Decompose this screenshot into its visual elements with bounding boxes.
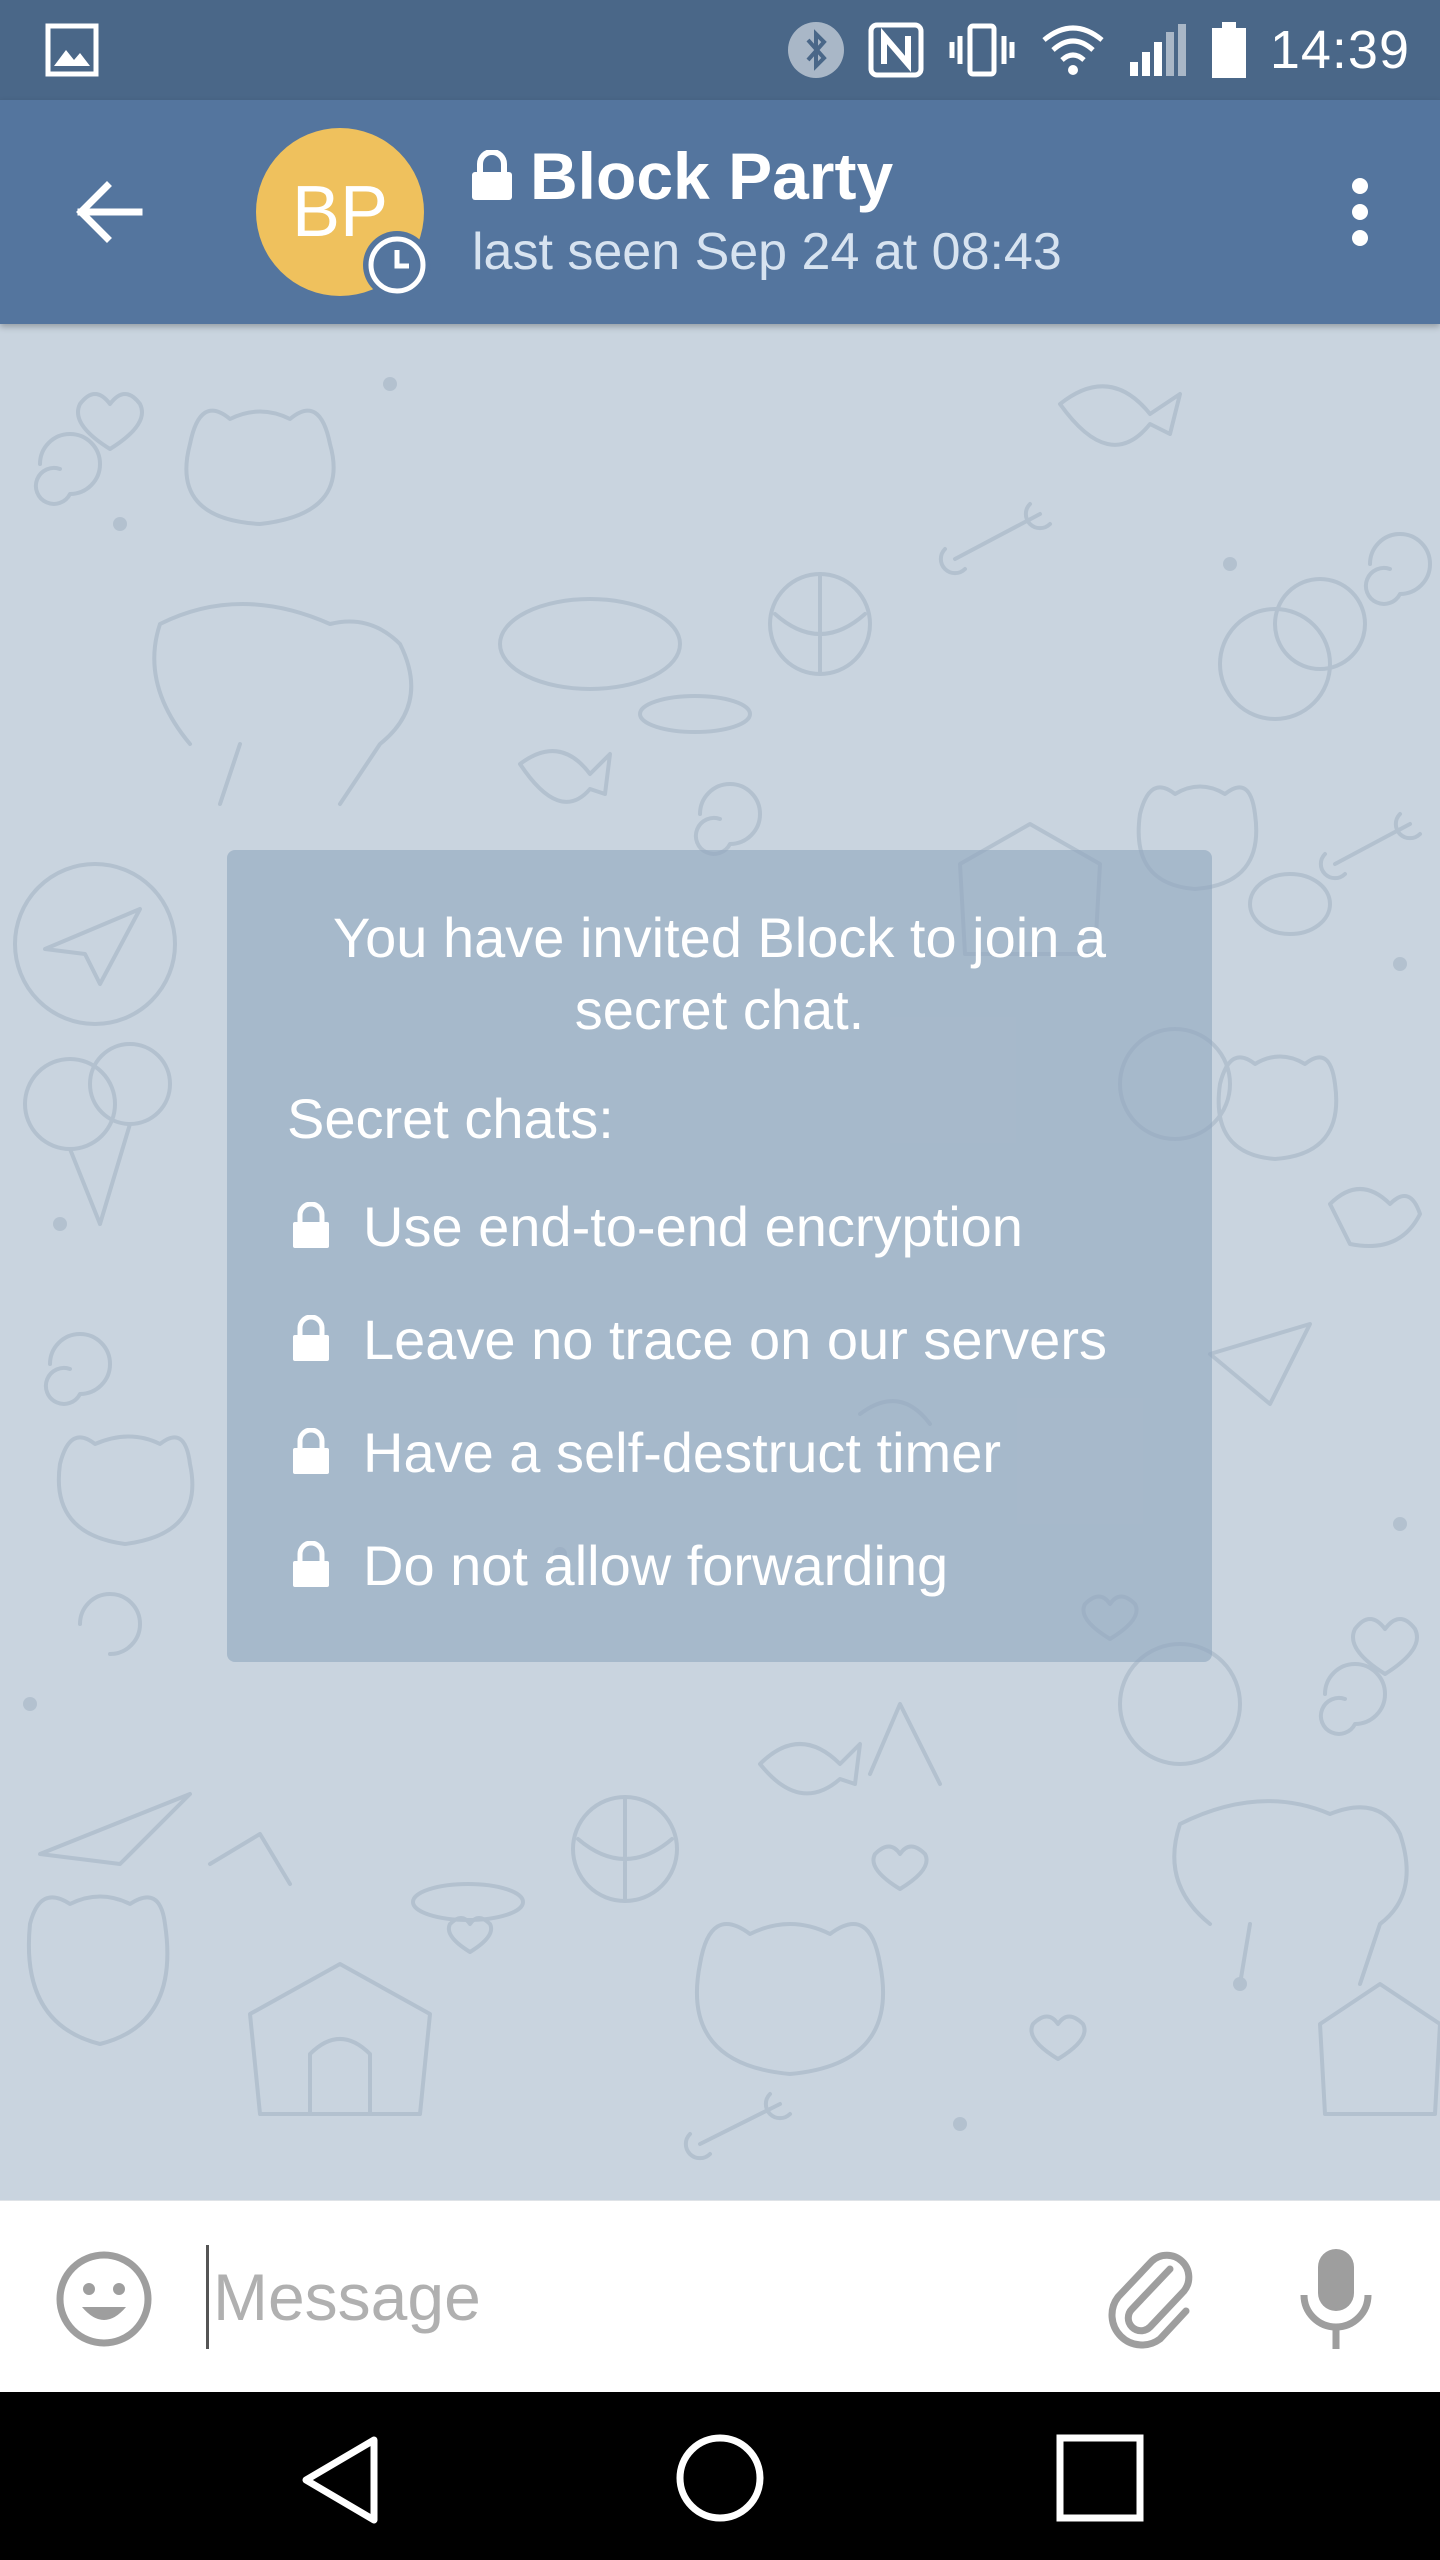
message-input-bar <box>0 2200 1440 2392</box>
more-vertical-icon <box>1352 178 1368 246</box>
nav-recents-icon[interactable] <box>1056 2434 1144 2522</box>
lock-icon <box>293 1428 329 1474</box>
message-input[interactable] <box>206 2245 1026 2349</box>
wifi-icon <box>1042 25 1104 75</box>
chat-title: Block Party <box>530 139 894 213</box>
signal-icon <box>1129 24 1186 76</box>
feature-item: Have a self-destruct timer <box>283 1416 1156 1488</box>
feature-item: Leave no trace on our servers <box>283 1303 1156 1375</box>
secret-chats-label: Secret chats: <box>287 1087 614 1150</box>
back-button[interactable] <box>56 160 160 264</box>
attach-icon[interactable] <box>1100 2247 1204 2351</box>
lock-icon <box>472 150 512 200</box>
clock-icon <box>363 231 431 299</box>
feature-label: Use end-to-end encryption <box>363 1194 1023 1258</box>
chat-subtitle: last seen Sep 24 at 08:43 <box>472 223 1062 281</box>
emoji-icon[interactable] <box>52 2247 156 2351</box>
more-options-button[interactable] <box>1320 156 1400 268</box>
status-time: 14:39 <box>1269 20 1410 80</box>
feature-item: Do not allow forwarding <box>283 1529 1156 1601</box>
nfc-icon <box>868 22 924 78</box>
lock-icon <box>293 1202 329 1248</box>
nav-back-icon[interactable] <box>296 2432 386 2528</box>
feature-item: Use end-to-end encryption <box>283 1190 1156 1262</box>
lock-icon <box>293 1315 329 1361</box>
feature-label: Have a self-destruct timer <box>363 1420 1001 1484</box>
status-icons: 14:39 <box>786 0 1410 100</box>
battery-icon <box>1211 22 1246 78</box>
chat-area[interactable]: You have invited Block to join a secret … <box>0 324 1440 2200</box>
secret-chat-info-card: You have invited Block to join a secret … <box>227 850 1212 1662</box>
microphone-icon[interactable] <box>1284 2243 1388 2355</box>
vibrate-icon <box>949 23 1015 77</box>
feature-label: Leave no trace on our servers <box>363 1307 1107 1371</box>
feature-label: Do not allow forwarding <box>363 1533 949 1597</box>
status-bar: 14:39 <box>0 0 1440 100</box>
secret-chat-feature-list: Use end-to-end encryption Leave no trace… <box>283 1190 1156 1601</box>
nav-home-icon[interactable] <box>674 2432 766 2524</box>
chat-header: BP Block Party last seen Sep 24 at 08:43 <box>0 100 1440 324</box>
bluetooth-icon <box>787 22 844 78</box>
chat-title-row[interactable]: Block Party <box>470 128 893 224</box>
lock-icon <box>293 1541 329 1587</box>
gallery-icon <box>45 23 99 77</box>
arrow-back-icon <box>76 181 143 243</box>
secret-chat-heading: You have invited Block to join a secret … <box>332 906 1107 1041</box>
system-navigation-bar <box>0 2392 1440 2560</box>
